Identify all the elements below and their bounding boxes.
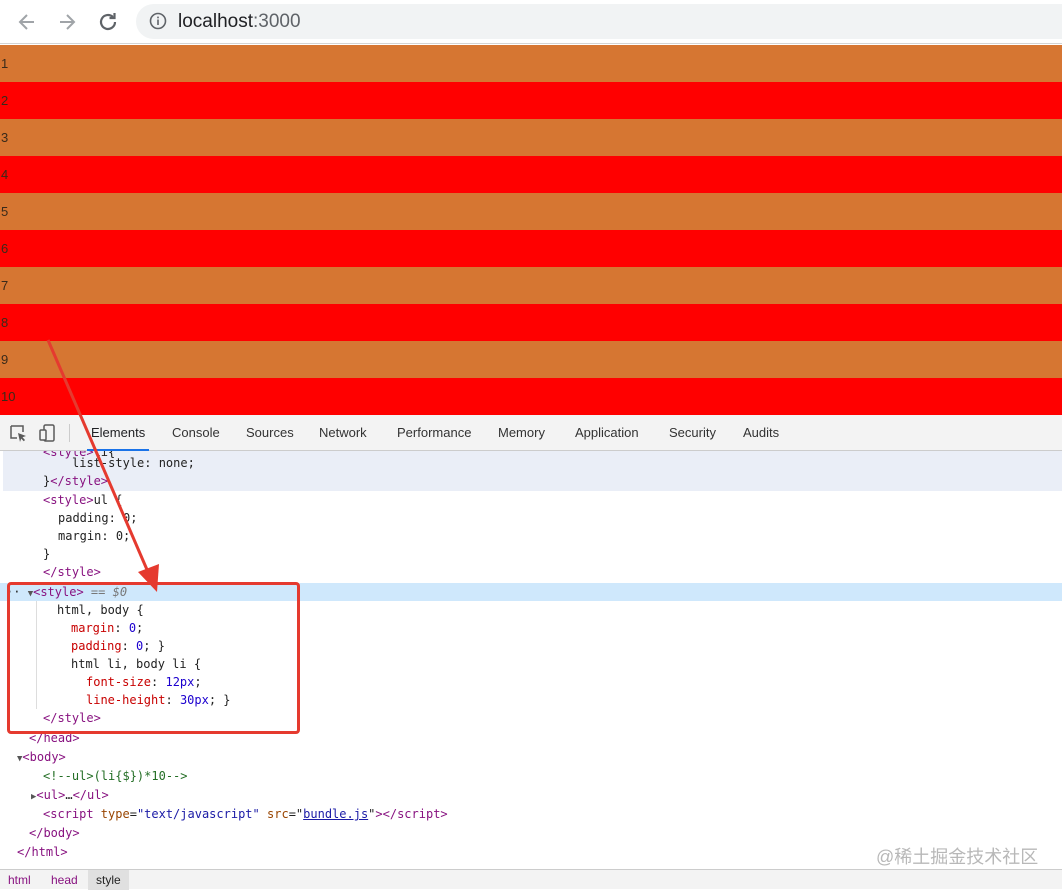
breadcrumb-head[interactable]: head bbox=[43, 870, 86, 890]
list-item: 5 bbox=[0, 193, 1062, 230]
list-item: 4 bbox=[0, 156, 1062, 193]
breadcrumb-html[interactable]: html bbox=[0, 870, 39, 890]
code-line[interactable]: margin: 0; bbox=[58, 527, 130, 545]
code-line[interactable]: </style> bbox=[43, 563, 101, 581]
back-button[interactable] bbox=[14, 9, 40, 35]
reload-icon bbox=[99, 13, 117, 31]
tab-security[interactable]: Security bbox=[669, 415, 716, 451]
inspect-element-icon[interactable] bbox=[8, 423, 28, 443]
tab-sources[interactable]: Sources bbox=[246, 415, 294, 451]
tab-audits[interactable]: Audits bbox=[743, 415, 779, 451]
list-item: 3 bbox=[0, 119, 1062, 156]
script-src-link[interactable]: bundle.js bbox=[303, 807, 368, 821]
browser-toolbar: localhost:3000 bbox=[0, 0, 1062, 44]
list-item: 9 bbox=[0, 341, 1062, 378]
device-toolbar-icon[interactable] bbox=[38, 423, 58, 443]
breadcrumb-style[interactable]: style bbox=[88, 870, 129, 890]
breadcrumb: html head style bbox=[0, 869, 1062, 890]
page-list: 1 2 3 4 5 6 7 8 9 10 bbox=[0, 45, 1062, 415]
code-line[interactable]: <style>ul { bbox=[43, 491, 122, 509]
code-line[interactable]: <!--ul>(li{$})*10--> bbox=[43, 767, 188, 785]
tab-separator bbox=[69, 424, 70, 442]
list-item: 7 bbox=[0, 267, 1062, 304]
address-bar[interactable]: localhost:3000 bbox=[136, 4, 1062, 39]
info-icon[interactable] bbox=[149, 12, 167, 30]
annotation-highlight-box bbox=[7, 582, 300, 734]
code-line[interactable]: </body> bbox=[29, 824, 80, 842]
tab-memory[interactable]: Memory bbox=[498, 415, 545, 451]
arrow-right-icon bbox=[60, 14, 76, 30]
code-line[interactable]: <script type="text/javascript" src="bund… bbox=[43, 805, 448, 823]
url-port: :3000 bbox=[253, 11, 301, 32]
tab-performance[interactable]: Performance bbox=[397, 415, 471, 451]
tab-elements[interactable]: Elements bbox=[86, 415, 150, 451]
code-line[interactable]: padding: 0; bbox=[58, 509, 138, 527]
devtools-tab-bar: Elements Console Sources Network Perform… bbox=[0, 415, 1062, 451]
list-item: 6 bbox=[0, 230, 1062, 267]
tab-application[interactable]: Application bbox=[575, 415, 639, 451]
code-line[interactable]: } bbox=[43, 545, 50, 563]
url-text: localhost:3000 bbox=[178, 10, 301, 33]
tab-network[interactable]: Network bbox=[319, 415, 367, 451]
forward-button[interactable] bbox=[54, 9, 80, 35]
code-line[interactable]: ▶<ul>…</ul> bbox=[31, 786, 109, 804]
code-line[interactable]: </html> bbox=[17, 843, 68, 861]
list-item: 2 bbox=[0, 82, 1062, 119]
tab-console[interactable]: Console bbox=[172, 415, 220, 451]
reload-button[interactable] bbox=[95, 9, 121, 35]
watermark: @稀土掘金技术社区 bbox=[876, 847, 1039, 867]
url-host: localhost bbox=[178, 11, 253, 32]
code-line[interactable]: }</style> bbox=[43, 472, 108, 490]
list-item: 10 bbox=[0, 378, 1062, 415]
code-line[interactable]: list-style: none; bbox=[72, 454, 195, 472]
code-line[interactable]: ▼<body> bbox=[17, 748, 66, 766]
list-item: 1 bbox=[0, 45, 1062, 82]
arrow-left-icon bbox=[18, 14, 34, 30]
list-item: 8 bbox=[0, 304, 1062, 341]
